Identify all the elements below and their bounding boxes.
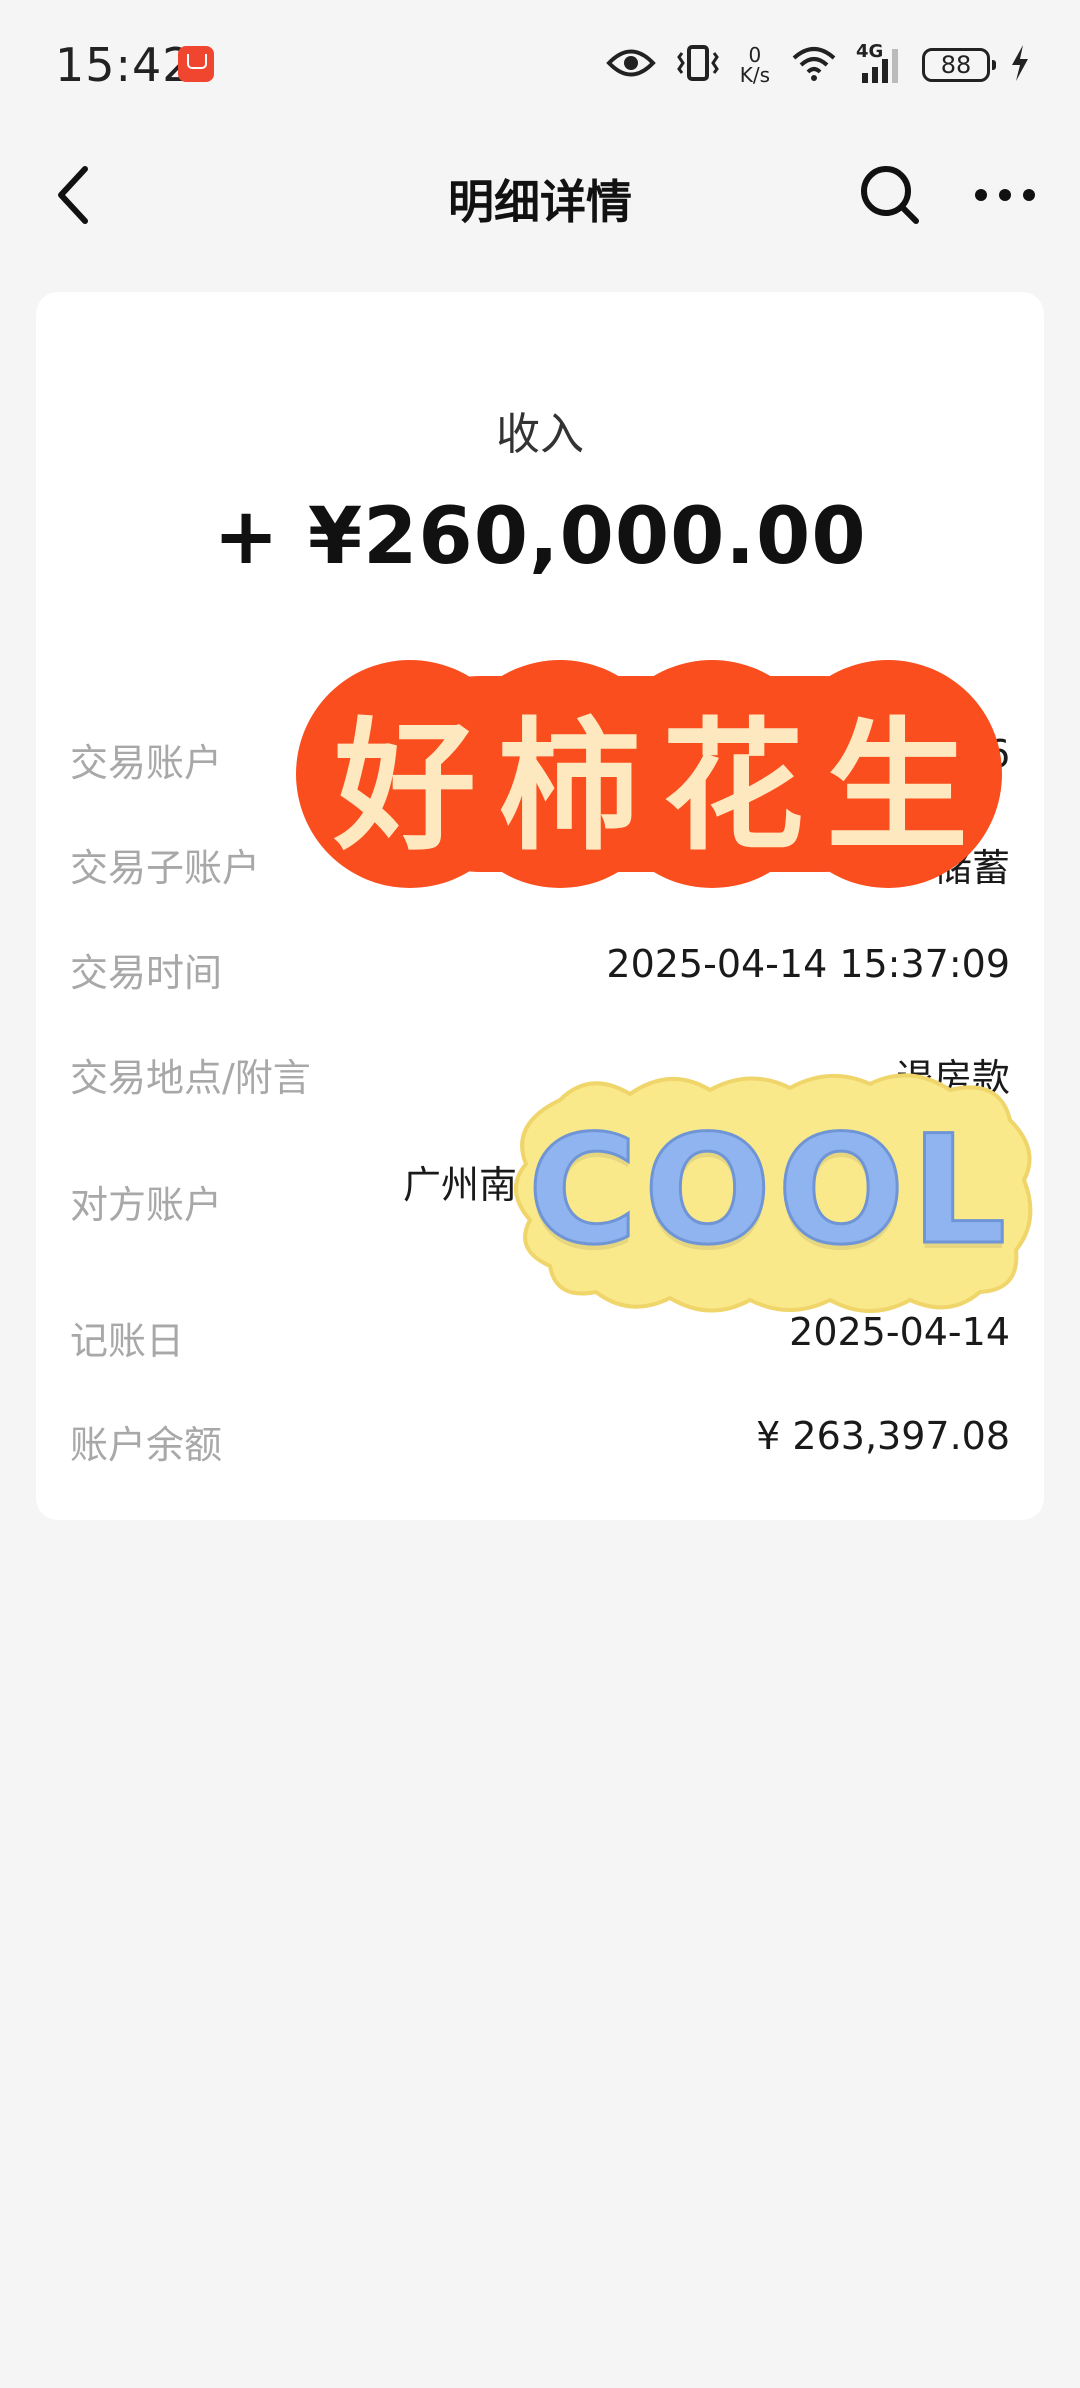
- posting-date-label: 记账日: [70, 1319, 185, 1363]
- cellular-signal-icon: 4G: [856, 41, 902, 85]
- search-icon: [861, 166, 919, 224]
- battery-icon: 88: [922, 48, 996, 82]
- charging-bolt-icon: [1010, 44, 1030, 86]
- transaction-detail-card: 收入 + ¥260,000.00 交易账户 6 交易子账户 储蓄 交易时间 20…: [36, 292, 1044, 1520]
- time-value: 2025-04-14 15:37:09: [606, 942, 1010, 986]
- balance-label: 账户余额: [70, 1423, 223, 1467]
- wifi-icon: [790, 44, 838, 86]
- time-label: 交易时间: [70, 951, 223, 995]
- location-label: 交易地点/附言: [70, 1056, 311, 1100]
- nav-bar: 明细详情: [0, 130, 1080, 260]
- status-icons: 0 K/s 4G 88: [605, 40, 1030, 90]
- transaction-type: 收入: [496, 409, 584, 460]
- peanut-sticker-text: 好柿花生: [334, 705, 990, 870]
- shopping-bag-app-icon: [178, 46, 214, 82]
- net-speed-value: 0: [748, 43, 762, 67]
- more-dots-icon: [975, 189, 1035, 201]
- cool-sticker-label: COOL: [526, 1103, 1013, 1280]
- sub-account-label: 交易子账户: [70, 846, 261, 890]
- battery-level: 88: [940, 51, 972, 79]
- network-speed: 0 K/s: [740, 45, 770, 85]
- balance-value: ¥ 263,397.08: [756, 1414, 1010, 1458]
- status-time: 15:42: [55, 38, 193, 92]
- net-speed-unit: K/s: [739, 63, 770, 87]
- cool-sticker-text: COOL: [510, 1060, 1030, 1322]
- eye-icon: [605, 46, 656, 84]
- status-bar: 15:42 0 K/s 4G 88: [0, 0, 1080, 130]
- search-button[interactable]: [855, 160, 925, 230]
- more-options-button[interactable]: [970, 160, 1040, 230]
- signal-type: 4G: [856, 41, 884, 62]
- transaction-amount: + ¥260,000.00: [213, 492, 867, 582]
- cool-sticker: COOL: [500, 1060, 1040, 1322]
- vibrate-icon: [676, 43, 720, 87]
- account-label: 交易账户: [70, 741, 223, 785]
- peanut-sticker: 好柿花生: [292, 658, 1010, 890]
- counterparty-label: 对方账户: [70, 1183, 223, 1227]
